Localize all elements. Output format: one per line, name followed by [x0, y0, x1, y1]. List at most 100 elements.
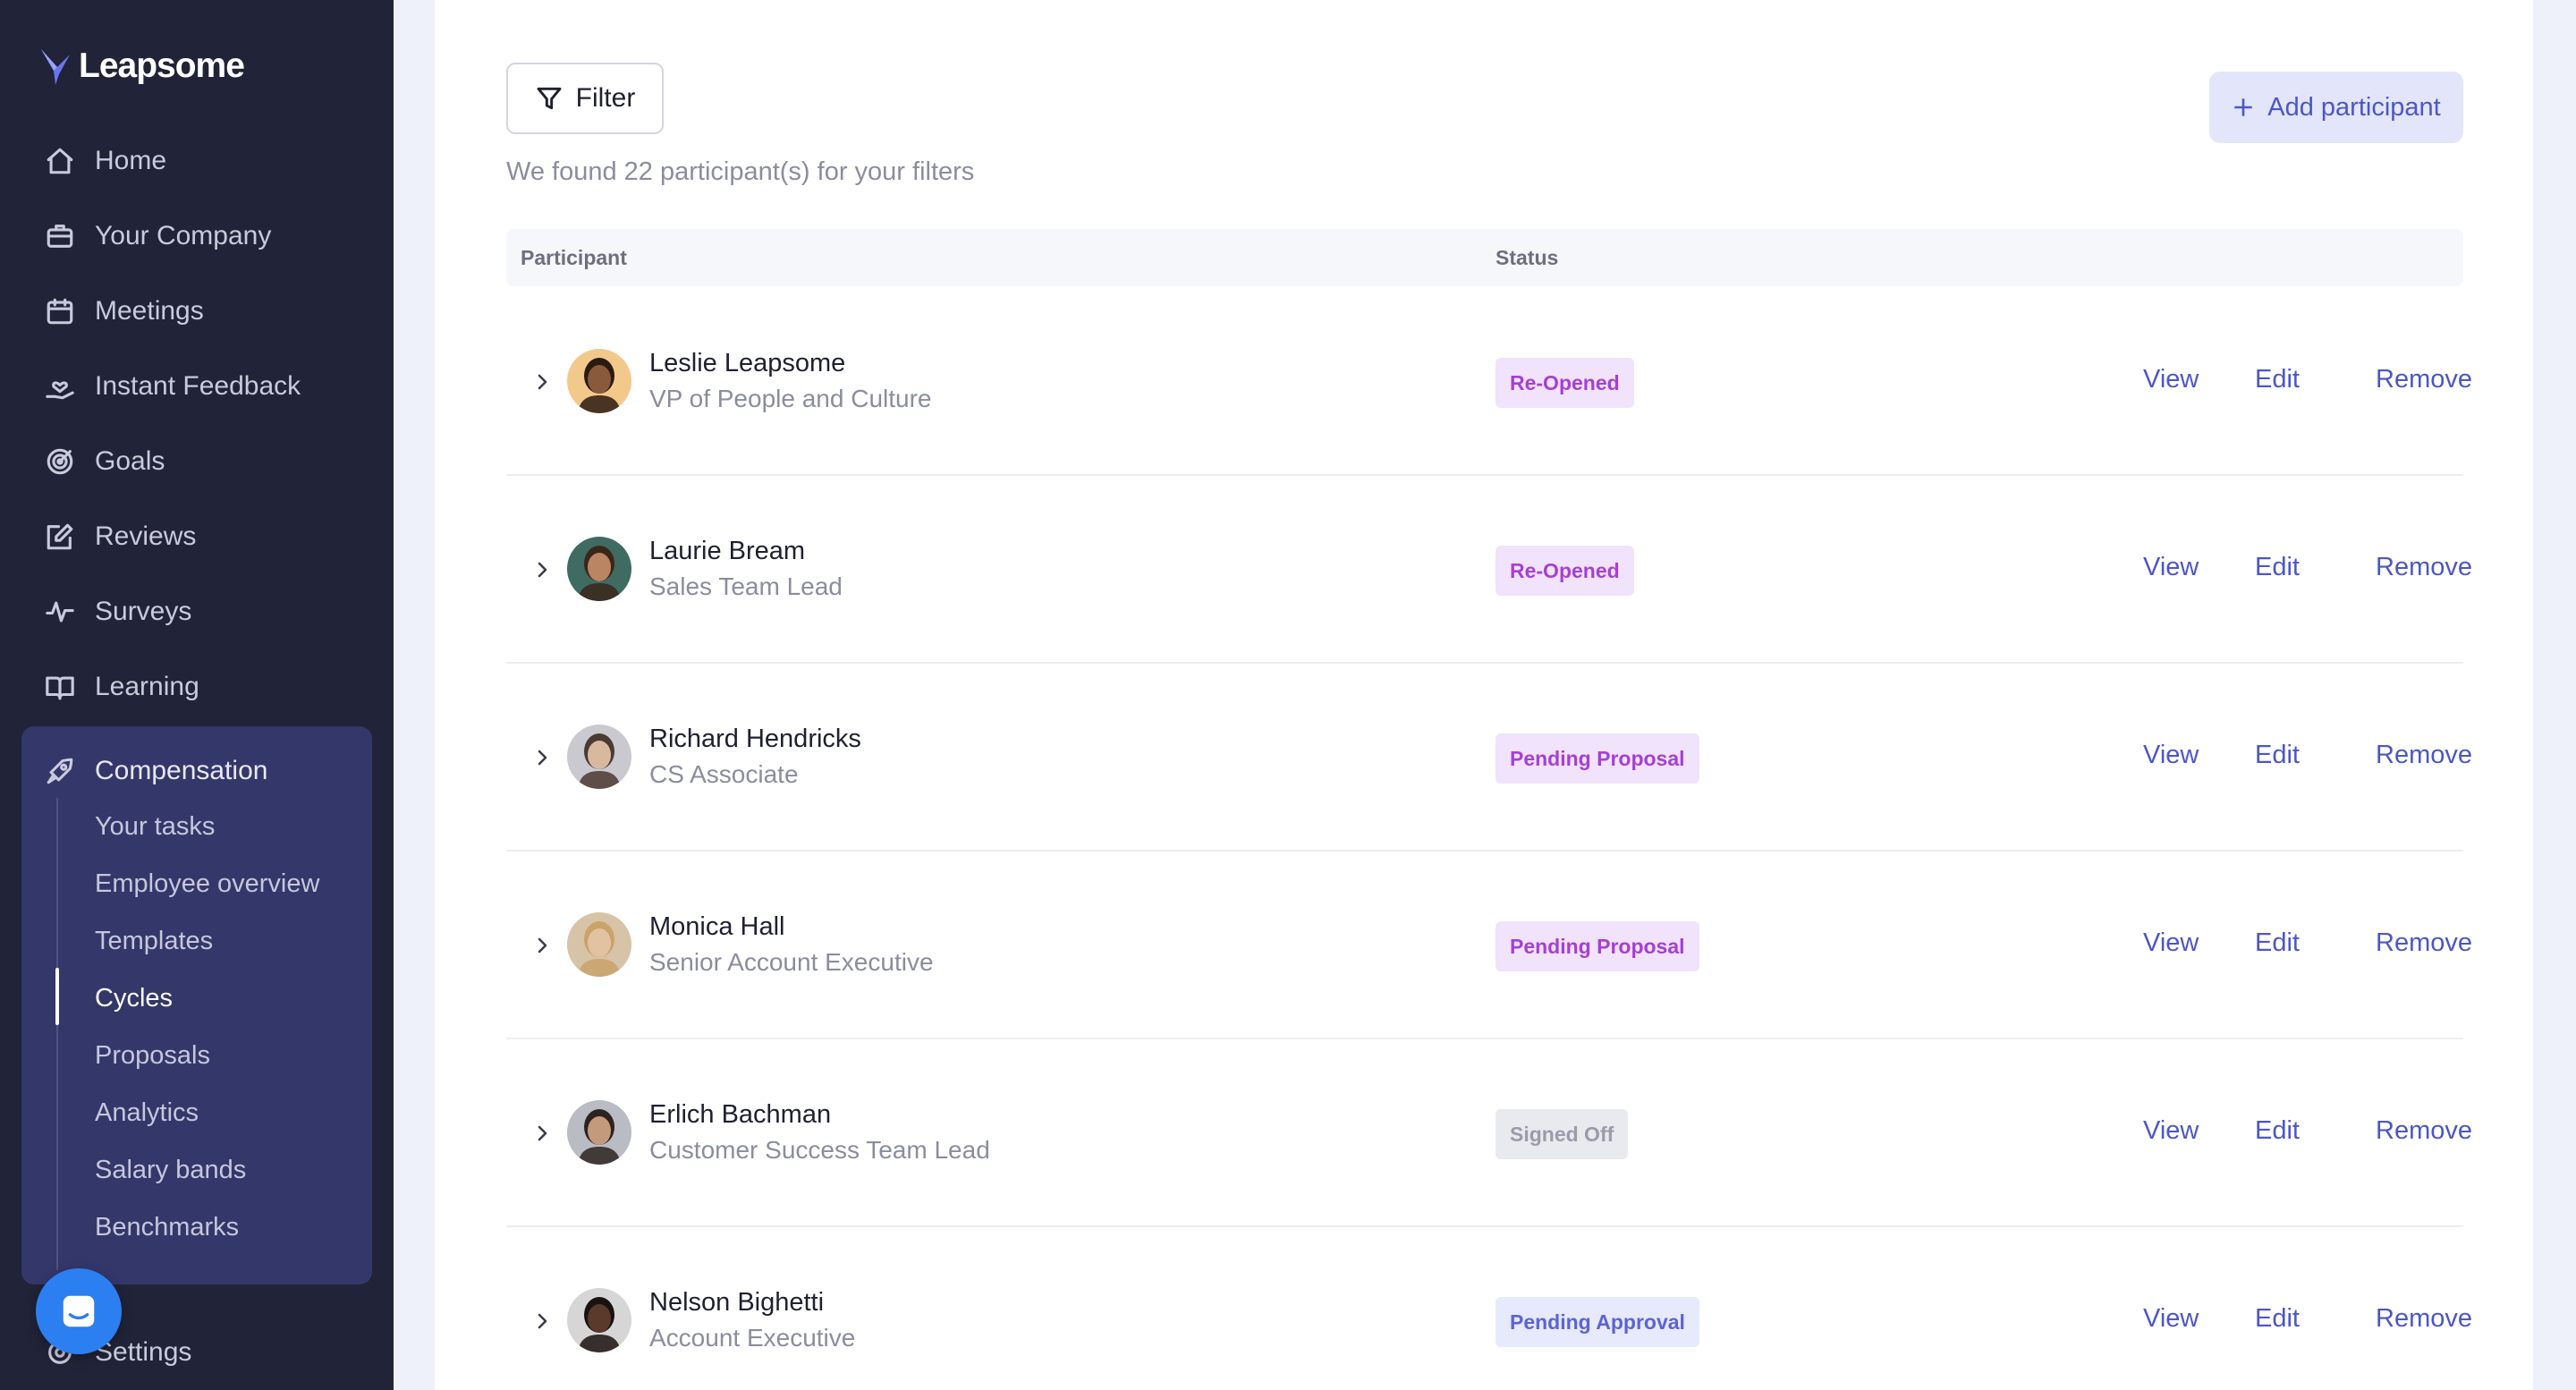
leapsome-bird-icon: [41, 49, 70, 85]
sidebar-item-meetings[interactable]: Meetings: [43, 284, 204, 338]
view-link[interactable]: View: [2143, 928, 2199, 958]
home-icon: [43, 144, 77, 178]
target-icon: [43, 445, 77, 479]
expand-row-chevron-icon[interactable]: [526, 929, 558, 962]
status-badge: Signed Off: [1496, 1109, 1629, 1159]
active-indicator: [55, 968, 59, 1025]
view-link[interactable]: View: [2143, 741, 2199, 770]
app-name: Leapsome: [79, 47, 245, 85]
participant-title: Account Executive: [649, 1324, 856, 1352]
sidebar-item-label: Meetings: [95, 296, 204, 326]
sidebar-item-label: Home: [95, 146, 167, 175]
sidebar-item-your-company[interactable]: Your Company: [43, 209, 271, 263]
table-row: Leslie Leapsome VP of People and Culture…: [506, 288, 2472, 476]
participant-title: Customer Success Team Lead: [649, 1136, 990, 1164]
sidebar-item-label: Reviews: [95, 521, 197, 551]
expand-row-chevron-icon[interactable]: [526, 554, 558, 586]
view-link[interactable]: View: [2143, 1304, 2199, 1334]
view-link[interactable]: View: [2143, 553, 2199, 582]
submenu-proposals[interactable]: Proposals: [95, 1033, 210, 1078]
sidebar-item-label: Surveys: [95, 597, 192, 626]
submenu-your-tasks[interactable]: Your tasks: [95, 804, 215, 849]
filter-button[interactable]: Filter: [506, 63, 664, 134]
expand-row-chevron-icon[interactable]: [526, 1305, 558, 1337]
sidebar-item-learning[interactable]: Learning: [43, 660, 199, 714]
expand-row-chevron-icon[interactable]: [526, 366, 558, 398]
submenu-employee-overview[interactable]: Employee overview: [95, 861, 319, 906]
remove-link[interactable]: Remove: [2376, 1304, 2472, 1334]
submenu-guide-line: [56, 798, 58, 1270]
rocket-icon: [43, 754, 77, 788]
sidebar-item-compensation[interactable]: Compensation: [43, 744, 267, 798]
participant-name: Leslie Leapsome: [649, 349, 846, 377]
remove-link[interactable]: Remove: [2376, 1116, 2472, 1146]
sidebar-item-instant-feedback[interactable]: Instant Feedback: [43, 360, 301, 413]
submenu-analytics[interactable]: Analytics: [95, 1090, 199, 1135]
remove-link[interactable]: Remove: [2376, 928, 2472, 958]
edit-link[interactable]: Edit: [2255, 741, 2300, 770]
participant-title: CS Associate: [649, 760, 799, 788]
add-participant-label: Add participant: [2267, 92, 2441, 122]
sidebar-item-home[interactable]: Home: [43, 134, 166, 188]
chat-icon: [63, 1295, 95, 1327]
chat-support-button[interactable]: [36, 1268, 122, 1354]
remove-link[interactable]: Remove: [2376, 741, 2472, 770]
status-badge: Pending Proposal: [1496, 921, 1699, 971]
view-link[interactable]: View: [2143, 365, 2199, 394]
avatar: [567, 912, 631, 977]
table-header: Participant Status: [506, 229, 2463, 286]
participant-name: Richard Hendricks: [649, 725, 861, 753]
participant-name: Monica Hall: [649, 912, 785, 941]
plus-icon: [2234, 98, 2253, 116]
participant-name: Erlich Bachman: [649, 1100, 832, 1129]
status-badge: Pending Approval: [1496, 1297, 1699, 1347]
book-icon: [43, 670, 77, 704]
status-badge: Re-Opened: [1496, 358, 1634, 408]
edit-icon: [43, 520, 77, 554]
expand-row-chevron-icon[interactable]: [526, 742, 558, 774]
hand-heart-icon: [43, 369, 77, 403]
column-header-status: Status: [1496, 245, 1559, 269]
participant-title: VP of People and Culture: [649, 385, 932, 412]
table-row: Laurie Bream Sales Team Lead Re-Opened V…: [506, 476, 2472, 664]
edit-link[interactable]: Edit: [2255, 928, 2300, 958]
edit-link[interactable]: Edit: [2255, 365, 2300, 394]
sidebar-item-surveys[interactable]: Surveys: [43, 585, 191, 639]
sidebar-item-goals[interactable]: Goals: [43, 435, 165, 488]
submenu-benchmarks[interactable]: Benchmarks: [95, 1205, 239, 1250]
briefcase-icon: [43, 219, 77, 253]
sidebar-item-label: Goals: [95, 446, 165, 476]
edit-link[interactable]: Edit: [2255, 1304, 2300, 1334]
edit-link[interactable]: Edit: [2255, 553, 2300, 582]
status-badge: Re-Opened: [1496, 546, 1634, 596]
edit-link[interactable]: Edit: [2255, 1116, 2300, 1146]
avatar: [567, 1288, 631, 1352]
sidebar-item-label: Compensation: [95, 756, 268, 785]
remove-link[interactable]: Remove: [2376, 553, 2472, 582]
column-header-participant: Participant: [521, 245, 627, 269]
submenu-cycles[interactable]: Cycles: [95, 976, 173, 1021]
results-count-text: We found 22 participant(s) for your filt…: [506, 157, 975, 186]
pulse-icon: [43, 595, 77, 629]
avatar: [567, 349, 631, 413]
submenu-templates[interactable]: Templates: [95, 919, 213, 963]
sidebar: Leapsome Home Your Company Meetings Inst…: [0, 0, 394, 1390]
filter-button-label: Filter: [575, 83, 636, 113]
participant-title: Sales Team Lead: [649, 572, 843, 600]
table-row: Richard Hendricks CS Associate Pending P…: [506, 664, 2472, 852]
sidebar-item-reviews[interactable]: Reviews: [43, 510, 196, 564]
status-badge: Pending Proposal: [1496, 733, 1699, 784]
view-link[interactable]: View: [2143, 1116, 2199, 1146]
table-row: Monica Hall Senior Account Executive Pen…: [506, 852, 2472, 1039]
add-participant-button[interactable]: Add participant: [2209, 72, 2463, 143]
avatar: [567, 725, 631, 789]
submenu-salary-bands[interactable]: Salary bands: [95, 1148, 246, 1192]
leapsome-logo[interactable]: Leapsome: [39, 41, 245, 91]
expand-row-chevron-icon[interactable]: [526, 1117, 558, 1149]
participant-name: Nelson Bighetti: [649, 1288, 825, 1317]
calendar-icon: [43, 294, 77, 328]
compensation-section: Compensation Your tasks Employee overvie…: [21, 726, 372, 1284]
remove-link[interactable]: Remove: [2376, 365, 2472, 394]
main-panel: Filter Add participant We found 22 parti…: [435, 0, 2533, 1390]
table-row: Erlich Bachman Customer Success Team Lea…: [506, 1039, 2472, 1227]
